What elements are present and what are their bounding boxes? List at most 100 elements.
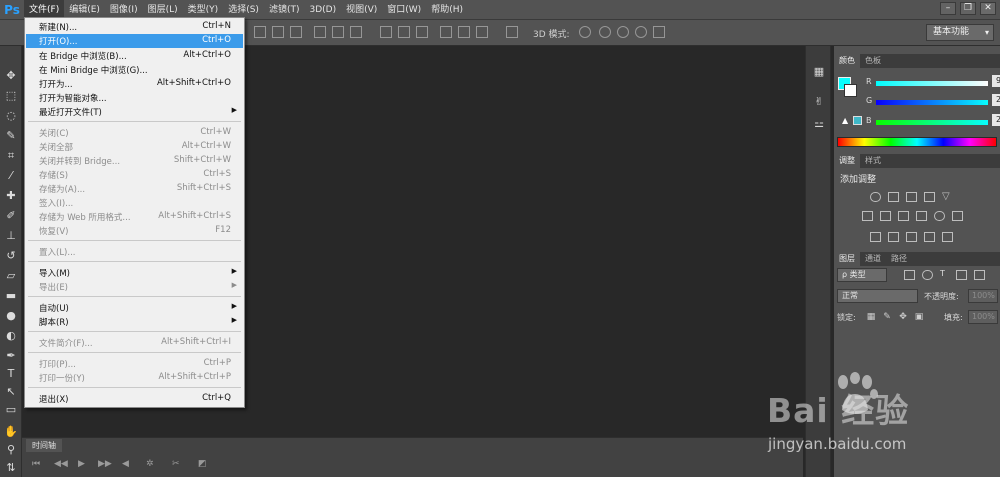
menu-item-open-as[interactable]: 打开为... Alt+Shift+Ctrl+O [26,77,243,91]
filter-pixel-icon[interactable] [904,270,915,280]
menu-item-file-info[interactable]: 文件简介(F)... Alt+Shift+Ctrl+I [26,336,243,350]
align-hcenter-icon[interactable] [332,26,344,38]
marquee-tool-icon[interactable]: ⬚ [3,88,19,104]
3d-slide-icon[interactable] [635,26,647,38]
brush-tool-icon[interactable]: ✐ [3,208,19,224]
gradient-tool-icon[interactable]: ▬ [3,288,19,304]
menu-item-recent-files[interactable]: 最近打开文件(T) ▶ [26,105,243,119]
path-select-tool-icon[interactable]: ↖ [3,384,19,400]
menu-item-export[interactable]: 导出(E) ▶ [26,280,243,294]
hue-saturation-icon[interactable] [862,211,873,221]
menu-item-close-all[interactable]: 关闭全部 Alt+Ctrl+W [26,140,243,154]
menu-item-import[interactable]: 导入(M) ▶ [26,266,243,280]
shape-tool-icon[interactable]: ▭ [3,402,19,418]
layer-filter-select[interactable]: ρ 类型 [837,268,887,282]
actions-panel-icon[interactable]: ✌ [811,94,827,110]
tab-timeline[interactable]: 时间轴 [26,439,62,452]
g-slider-track[interactable] [876,100,988,105]
b-slider-track[interactable] [876,120,988,125]
dodge-tool-icon[interactable]: ◐ [3,328,19,344]
split-scissors-icon[interactable]: ✂ [172,459,180,469]
menu-item-save-as[interactable]: 存储为(A)... Shift+Ctrl+S [26,182,243,196]
align-vcenter-icon[interactable] [272,26,284,38]
filter-type-icon[interactable]: T [940,269,945,278]
menu-view[interactable]: 视图(V) [341,0,382,20]
distribute-left-icon[interactable] [440,26,452,38]
channel-b-value[interactable]: 253 [992,114,1000,126]
menu-filter[interactable]: 滤镜(T) [264,0,305,20]
r-slider-track[interactable] [876,81,988,86]
exposure-icon[interactable] [924,192,935,202]
tab-adjustments[interactable]: 调整 [834,154,860,168]
distribute-top-icon[interactable] [380,26,392,38]
lock-transparent-icon[interactable]: ▦ [866,312,876,322]
vibrance-icon[interactable]: ▽ [942,192,953,202]
minimize-button[interactable]: – [940,2,956,15]
filter-adjustment-icon[interactable] [922,270,933,280]
menu-item-scripts[interactable]: 脚本(R) ▶ [26,315,243,329]
filter-smart-object-icon[interactable] [974,270,985,280]
menu-item-exit[interactable]: 退出(X) Ctrl+Q [26,392,243,406]
eyedropper-tool-icon[interactable]: ⁄ [3,168,19,184]
blur-tool-icon[interactable]: ● [3,308,19,324]
menu-item-save-for-web[interactable]: 存储为 Web 所用格式... Alt+Shift+Ctrl+S [26,210,243,224]
menu-item-open-smart-object[interactable]: 打开为智能对象... [26,91,243,105]
color-swap-icon[interactable]: ⇅ [3,460,19,476]
channel-g-value[interactable]: 253 [992,94,1000,106]
close-button[interactable]: ✕ [980,2,996,15]
lock-position-icon[interactable]: ✥ [898,312,908,322]
menu-item-save[interactable]: 存储(S) Ctrl+S [26,168,243,182]
align-bottom-icon[interactable] [290,26,302,38]
lock-image-icon[interactable]: ✎ [882,312,892,322]
web-safe-swatch[interactable] [853,116,862,125]
distribute-hcenter-icon[interactable] [458,26,470,38]
play-icon[interactable]: ▶ [78,459,85,469]
menu-window[interactable]: 窗口(W) [382,0,426,20]
slider-b[interactable]: B 253 [866,114,1000,128]
history-brush-tool-icon[interactable]: ↺ [3,248,19,264]
color-balance-icon[interactable] [880,211,891,221]
threshold-icon[interactable] [906,232,917,242]
3d-scale-icon[interactable] [653,26,665,38]
settings-gear-icon[interactable]: ✲ [146,459,154,469]
menu-item-browse-mini-bridge[interactable]: 在 Mini Bridge 中浏览(G)... [26,63,243,77]
fill-input[interactable]: 100% [968,310,998,324]
tab-color[interactable]: 颜色 [834,54,860,68]
align-top-icon[interactable] [254,26,266,38]
color-spectrum-bar[interactable] [837,137,997,147]
lock-all-icon[interactable]: ▣ [914,312,924,322]
clone-stamp-tool-icon[interactable]: ⊥ [3,228,19,244]
blend-mode-select[interactable]: 正常 [837,289,918,303]
first-frame-icon[interactable]: ⏮ [32,459,40,469]
channel-r-value[interactable]: 9 [992,75,1000,87]
3d-roll-icon[interactable] [599,26,611,38]
menu-item-print[interactable]: 打印(P)... Ctrl+P [26,357,243,371]
distribute-right-icon[interactable] [476,26,488,38]
filter-shape-icon[interactable] [956,270,967,280]
color-lookup-icon[interactable] [952,211,963,221]
type-tool-icon[interactable]: T [3,366,19,382]
black-white-icon[interactable] [898,211,909,221]
menu-item-automate[interactable]: 自动(U) ▶ [26,301,243,315]
tab-swatches[interactable]: 色板 [860,54,886,68]
restore-button[interactable]: ❐ [960,2,976,15]
properties-panel-icon[interactable]: ⚍ [811,116,827,132]
menu-item-close-go-bridge[interactable]: 关闭并转到 Bridge... Shift+Ctrl+W [26,154,243,168]
move-tool-icon[interactable]: ✥ [3,68,19,84]
quick-select-tool-icon[interactable]: ✎ [3,128,19,144]
history-panel-icon[interactable]: ▦ [811,64,827,80]
transition-icon[interactable]: ◩ [198,459,207,469]
menu-item-browse-bridge[interactable]: 在 Bridge 中浏览(B)... Alt+Ctrl+O [26,49,243,63]
tab-channels[interactable]: 通道 [860,252,886,266]
pen-tool-icon[interactable]: ✒ [3,348,19,364]
align-right-icon[interactable] [350,26,362,38]
menu-item-revert[interactable]: 恢复(V) F12 [26,224,243,238]
gamut-warning-icon[interactable]: ▲ [842,116,848,125]
3d-drag-icon[interactable] [617,26,629,38]
zoom-tool-icon[interactable]: ⚲ [3,442,19,458]
menu-item-new[interactable]: 新建(N)... Ctrl+N [26,20,243,34]
menu-help[interactable]: 帮助(H) [426,0,468,20]
tab-paths[interactable]: 路径 [886,252,912,266]
opacity-input[interactable]: 100% [968,289,998,303]
eraser-tool-icon[interactable]: ▱ [3,268,19,284]
